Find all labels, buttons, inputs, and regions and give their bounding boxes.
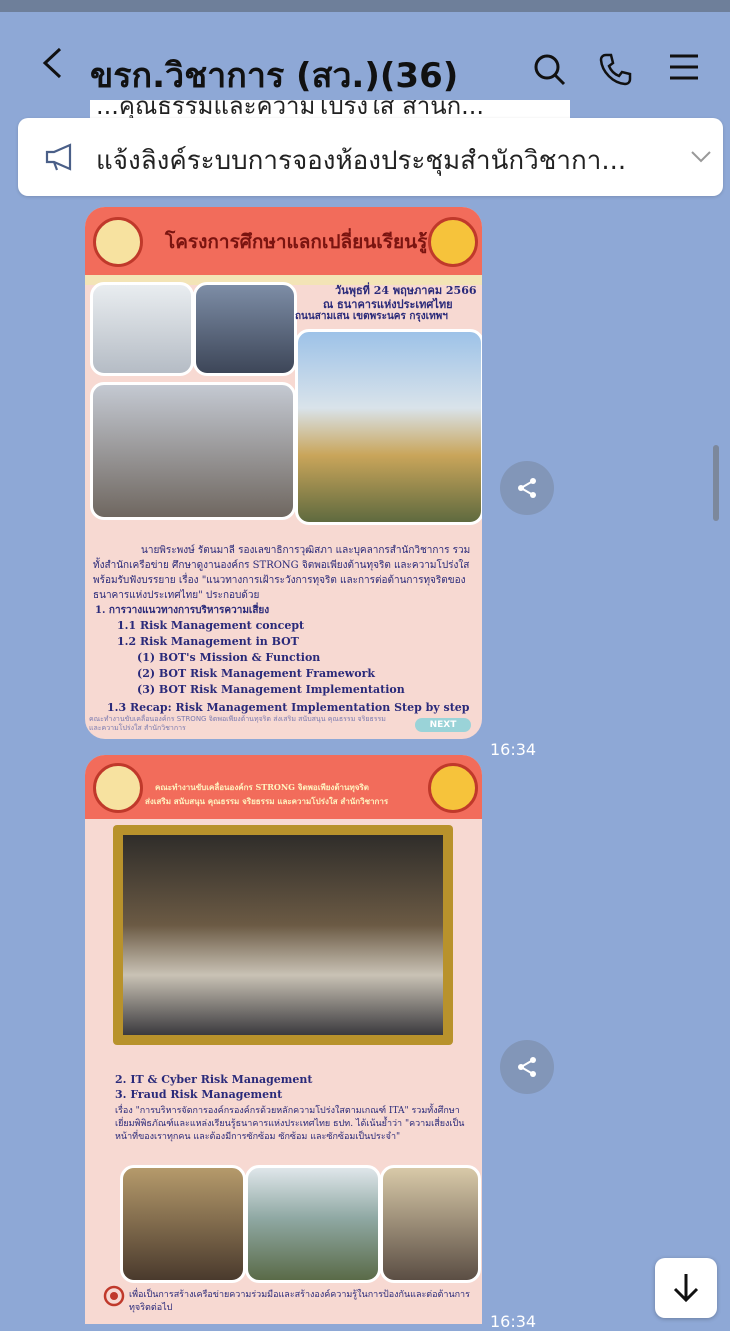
photo-exhibit (90, 282, 194, 376)
announcement-banner[interactable]: แจ้งลิงค์ระบบการจองห้องประชุมสำนักวิชากา… (18, 118, 723, 196)
poster-address: ถนนสามเสน เขตพระนคร กรุงเทพฯ (295, 311, 448, 322)
announcement-text: แจ้งลิงค์ระบบการจองห้องประชุมสำนักวิชากา… (96, 146, 627, 176)
poster-item: (3) BOT Risk Management Implementation (137, 683, 405, 696)
message-time: 16:34 (490, 1312, 537, 1331)
photo-group-seated (90, 382, 296, 520)
poster-heading: โครงการศึกษาแลกเปลี่ยนเรียนรู้ (165, 231, 428, 253)
menu-icon (670, 54, 698, 80)
photo-museum (380, 1165, 481, 1283)
poster-item: (1) BOT's Mission & Function (137, 651, 321, 664)
poster-item: 1.3 Recap: Risk Management Implementatio… (107, 701, 470, 714)
poster-footer: คณะทำงานขับเคลื่อนองค์กร STRONG จิตพอเพี… (89, 715, 386, 732)
next-badge: NEXT (415, 718, 471, 732)
scrollbar-thumb[interactable] (713, 445, 719, 521)
message-time: 16:34 (490, 740, 537, 759)
chat-header: ขรก.วิชาการ (สว.)(36) (0, 12, 730, 112)
share-button[interactable] (500, 1040, 554, 1094)
poster-heading: ส่งเสริม สนับสนุน คุณธรรม จริยธรรม และคว… (145, 796, 389, 806)
share-button[interactable] (500, 461, 554, 515)
poster-item: 1.1 Risk Management concept (117, 619, 305, 632)
photo-meeting (193, 282, 297, 376)
poster-closing: เพื่อเป็นการสร้างเครือข่ายความร่วมมือและ… (129, 1290, 470, 1313)
poster-item: 1.2 Risk Management in BOT (117, 635, 299, 648)
search-icon (534, 54, 566, 86)
bot-seal-logo (428, 763, 478, 813)
poster-item: 3. Fraud Risk Management (115, 1088, 283, 1101)
agency-seal-logo (93, 217, 143, 267)
share-icon (518, 478, 536, 498)
poster-header: โครงการศึกษาแลกเปลี่ยนเรียนรู้ (85, 207, 482, 275)
agency-seal-logo (93, 763, 143, 813)
poster-item: (2) BOT Risk Management Framework (137, 667, 376, 680)
scroll-to-bottom-button[interactable] (655, 1258, 717, 1318)
photo-frame (113, 825, 453, 1045)
chat-title: ขรก.วิชาการ (สว.)(36) (90, 56, 459, 96)
chevron-down-icon[interactable] (690, 150, 712, 164)
poster-header: คณะทำงานขับเคลื่อนองค์กร STRONG จิตพอเพี… (85, 755, 482, 819)
poster-item: 1. การวางแนวทางการบริหารความเสี่ยง (95, 605, 270, 616)
share-icon (518, 1057, 536, 1077)
target-icon (103, 1285, 125, 1307)
megaphone-icon (45, 143, 72, 171)
search-button[interactable] (532, 52, 566, 90)
status-strip (0, 0, 730, 12)
call-button[interactable] (598, 52, 632, 90)
phone-icon (599, 53, 632, 86)
menu-button[interactable] (668, 52, 700, 86)
poster-item: 2. IT & Cyber Risk Management (115, 1073, 313, 1086)
bot-seal-logo (428, 217, 478, 267)
chevron-left-icon (42, 47, 62, 79)
photo-corridor (120, 1165, 246, 1283)
poster-body: เรื่อง "การบริหารจัดการองค์กรองค์กรด้วยห… (115, 1106, 465, 1142)
poster-heading: คณะทำงานขับเคลื่อนองค์กร STRONG จิตพอเพี… (155, 782, 369, 792)
photo-building (295, 329, 482, 525)
image-message[interactable]: คณะทำงานขับเคลื่อนองค์กร STRONG จิตพอเพี… (85, 755, 482, 1324)
photo-group-staircase (123, 835, 443, 1035)
back-button[interactable] (40, 46, 64, 86)
image-message[interactable]: โครงการศึกษาแลกเปลี่ยนเรียนรู้ วันพุธที่… (85, 207, 482, 739)
poster-intro: นายพิระพงษ์ รัตนมาลี รองเลขาธิการวุฒิสภา… (93, 545, 471, 601)
photo-garden (245, 1165, 381, 1283)
arrow-down-icon (673, 1274, 699, 1303)
partial-message-text: ...คุณธรรมและความโปร่งใส สำนัก... (90, 100, 570, 118)
